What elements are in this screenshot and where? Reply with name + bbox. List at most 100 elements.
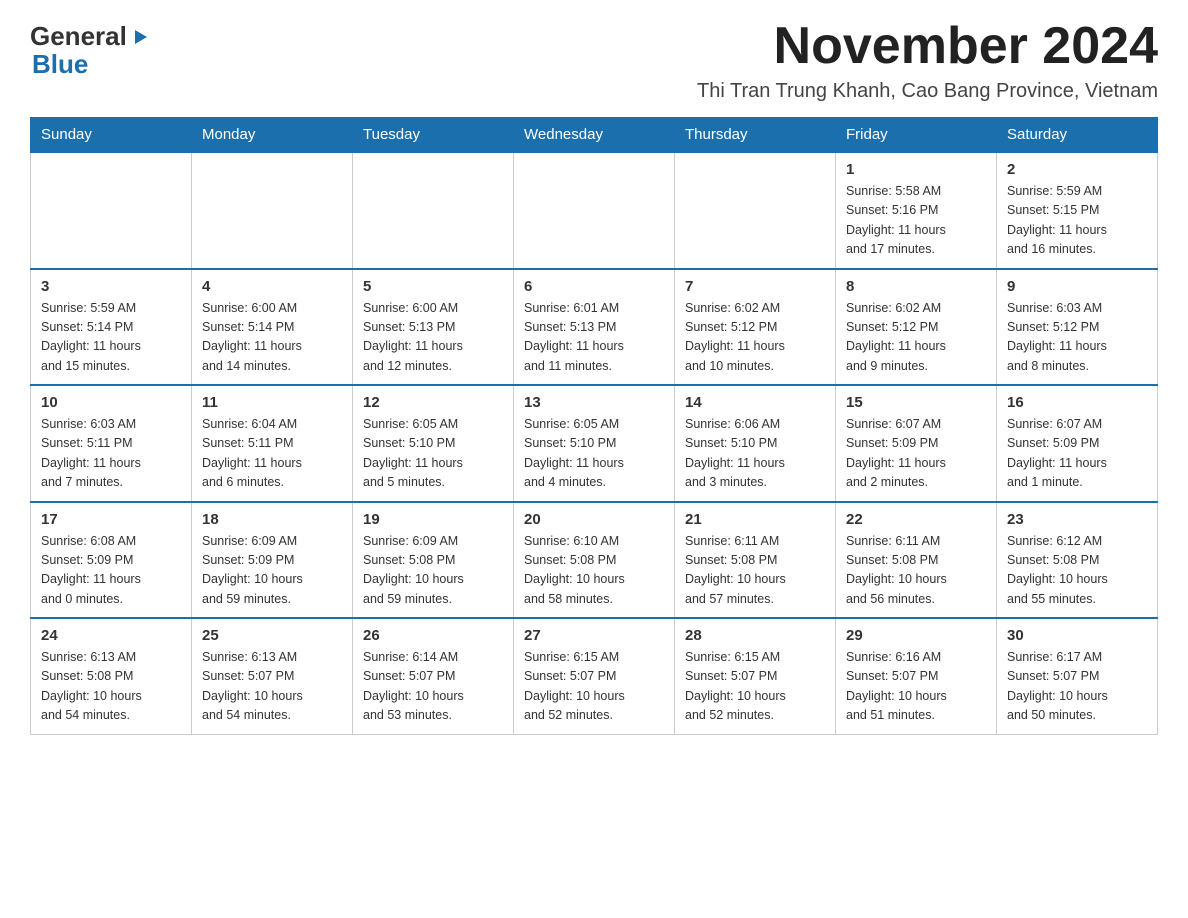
day-number: 17 [41, 511, 181, 528]
calendar-day-cell [514, 152, 675, 269]
day-info: Sunrise: 6:04 AMSunset: 5:11 PMDaylight:… [202, 415, 342, 493]
calendar-header-sunday: Sunday [31, 118, 192, 153]
day-info: Sunrise: 6:00 AMSunset: 5:14 PMDaylight:… [202, 299, 342, 377]
calendar-day-cell: 8 Sunrise: 6:02 AMSunset: 5:12 PMDaylight… [836, 269, 997, 386]
calendar-day-cell: 18 Sunrise: 6:09 AMSunset: 5:09 PMDayligh… [192, 502, 353, 619]
day-number: 19 [363, 511, 503, 528]
day-number: 5 [363, 278, 503, 295]
day-number: 15 [846, 394, 986, 411]
logo-triangle-icon [131, 22, 149, 53]
calendar-day-cell: 6Sunrise: 6:01 AMSunset: 5:13 PMDaylight… [514, 269, 675, 386]
day-info: Sunrise: 6:01 AMSunset: 5:13 PMDaylight:… [524, 299, 664, 377]
day-number: 8 [846, 278, 986, 295]
day-info: Sunrise: 5:59 AMSunset: 5:15 PMDaylight:… [1007, 182, 1147, 260]
calendar-day-cell: 27 Sunrise: 6:15 AMSunset: 5:07 PMDayligh… [514, 618, 675, 734]
day-info: Sunrise: 6:14 AMSunset: 5:07 PMDaylight:… [363, 648, 503, 726]
calendar-day-cell: 25 Sunrise: 6:13 AMSunset: 5:07 PMDayligh… [192, 618, 353, 734]
logo: General Blue [30, 20, 149, 80]
day-number: 2 [1007, 161, 1147, 178]
calendar-day-cell [31, 152, 192, 269]
calendar-day-cell: 30Sunrise: 6:17 AMSunset: 5:07 PMDayligh… [997, 618, 1158, 734]
calendar-week-row: 1Sunrise: 5:58 AMSunset: 5:16 PMDaylight… [31, 152, 1158, 269]
day-info: Sunrise: 5:59 AMSunset: 5:14 PMDaylight:… [41, 299, 181, 377]
day-number: 22 [846, 511, 986, 528]
calendar-header-tuesday: Tuesday [353, 118, 514, 153]
day-info: Sunrise: 6:09 AMSunset: 5:08 PMDaylight:… [363, 532, 503, 610]
day-info: Sunrise: 6:03 AMSunset: 5:12 PMDaylight:… [1007, 299, 1147, 377]
day-info: Sunrise: 6:07 AMSunset: 5:09 PMDaylight:… [846, 415, 986, 493]
calendar-day-cell: 20Sunrise: 6:10 AMSunset: 5:08 PMDayligh… [514, 502, 675, 619]
calendar-day-cell: 12 Sunrise: 6:05 AMSunset: 5:10 PMDayligh… [353, 385, 514, 502]
calendar-day-cell: 2 Sunrise: 5:59 AMSunset: 5:15 PMDaylight… [997, 152, 1158, 269]
day-info: Sunrise: 6:13 AMSunset: 5:07 PMDaylight:… [202, 648, 342, 726]
day-number: 9 [1007, 278, 1147, 295]
calendar-day-cell: 22 Sunrise: 6:11 AMSunset: 5:08 PMDayligh… [836, 502, 997, 619]
day-number: 21 [685, 511, 825, 528]
day-number: 3 [41, 278, 181, 295]
day-info: Sunrise: 6:11 AMSunset: 5:08 PMDaylight:… [846, 532, 986, 610]
day-info: Sunrise: 5:58 AMSunset: 5:16 PMDaylight:… [846, 182, 986, 260]
calendar-day-cell: 17 Sunrise: 6:08 AMSunset: 5:09 PMDayligh… [31, 502, 192, 619]
calendar-week-row: 24 Sunrise: 6:13 AMSunset: 5:08 PMDayligh… [31, 618, 1158, 734]
header: General Blue November 2024 Thi Tran Trun… [30, 20, 1158, 103]
day-number: 14 [685, 394, 825, 411]
day-info: Sunrise: 6:12 AMSunset: 5:08 PMDaylight:… [1007, 532, 1147, 610]
calendar-day-cell: 7 Sunrise: 6:02 AMSunset: 5:12 PMDaylight… [675, 269, 836, 386]
day-info: Sunrise: 6:05 AMSunset: 5:10 PMDaylight:… [363, 415, 503, 493]
calendar-day-cell: 23Sunrise: 6:12 AMSunset: 5:08 PMDayligh… [997, 502, 1158, 619]
calendar-table: SundayMondayTuesdayWednesdayThursdayFrid… [30, 117, 1158, 735]
calendar-day-cell: 14Sunrise: 6:06 AMSunset: 5:10 PMDayligh… [675, 385, 836, 502]
calendar-day-cell: 10 Sunrise: 6:03 AMSunset: 5:11 PMDayligh… [31, 385, 192, 502]
day-number: 18 [202, 511, 342, 528]
calendar-day-cell: 11Sunrise: 6:04 AMSunset: 5:11 PMDayligh… [192, 385, 353, 502]
day-number: 10 [41, 394, 181, 411]
day-info: Sunrise: 6:11 AMSunset: 5:08 PMDaylight:… [685, 532, 825, 610]
day-info: Sunrise: 6:16 AMSunset: 5:07 PMDaylight:… [846, 648, 986, 726]
calendar-header-friday: Friday [836, 118, 997, 153]
calendar-header-monday: Monday [192, 118, 353, 153]
calendar-day-cell: 5 Sunrise: 6:00 AMSunset: 5:13 PMDaylight… [353, 269, 514, 386]
calendar-week-row: 17 Sunrise: 6:08 AMSunset: 5:09 PMDayligh… [31, 502, 1158, 619]
day-info: Sunrise: 6:05 AMSunset: 5:10 PMDaylight:… [524, 415, 664, 493]
day-info: Sunrise: 6:00 AMSunset: 5:13 PMDaylight:… [363, 299, 503, 377]
calendar-header-thursday: Thursday [675, 118, 836, 153]
day-number: 16 [1007, 394, 1147, 411]
day-info: Sunrise: 6:02 AMSunset: 5:12 PMDaylight:… [846, 299, 986, 377]
day-info: Sunrise: 6:13 AMSunset: 5:08 PMDaylight:… [41, 648, 181, 726]
calendar-week-row: 3 Sunrise: 5:59 AMSunset: 5:14 PMDaylight… [31, 269, 1158, 386]
day-info: Sunrise: 6:09 AMSunset: 5:09 PMDaylight:… [202, 532, 342, 610]
day-number: 30 [1007, 627, 1147, 644]
day-number: 13 [524, 394, 664, 411]
day-number: 4 [202, 278, 342, 295]
day-info: Sunrise: 6:10 AMSunset: 5:08 PMDaylight:… [524, 532, 664, 610]
logo-general-text: General [30, 21, 127, 52]
day-number: 28 [685, 627, 825, 644]
location-subtitle: Thi Tran Trung Khanh, Cao Bang Province,… [697, 80, 1158, 103]
day-number: 24 [41, 627, 181, 644]
calendar-day-cell: 15 Sunrise: 6:07 AMSunset: 5:09 PMDayligh… [836, 385, 997, 502]
calendar-day-cell: 29 Sunrise: 6:16 AMSunset: 5:07 PMDayligh… [836, 618, 997, 734]
calendar-day-cell: 3 Sunrise: 5:59 AMSunset: 5:14 PMDaylight… [31, 269, 192, 386]
calendar-day-cell [353, 152, 514, 269]
calendar-day-cell: 16Sunrise: 6:07 AMSunset: 5:09 PMDayligh… [997, 385, 1158, 502]
day-number: 7 [685, 278, 825, 295]
day-info: Sunrise: 6:15 AMSunset: 5:07 PMDaylight:… [685, 648, 825, 726]
day-info: Sunrise: 6:15 AMSunset: 5:07 PMDaylight:… [524, 648, 664, 726]
day-info: Sunrise: 6:02 AMSunset: 5:12 PMDaylight:… [685, 299, 825, 377]
day-number: 27 [524, 627, 664, 644]
calendar-day-cell: 4 Sunrise: 6:00 AMSunset: 5:14 PMDaylight… [192, 269, 353, 386]
calendar-header-wednesday: Wednesday [514, 118, 675, 153]
day-number: 26 [363, 627, 503, 644]
day-number: 29 [846, 627, 986, 644]
calendar-day-cell: 1Sunrise: 5:58 AMSunset: 5:16 PMDaylight… [836, 152, 997, 269]
day-info: Sunrise: 6:03 AMSunset: 5:11 PMDaylight:… [41, 415, 181, 493]
calendar-day-cell: 24 Sunrise: 6:13 AMSunset: 5:08 PMDayligh… [31, 618, 192, 734]
day-number: 12 [363, 394, 503, 411]
calendar-day-cell: 28 Sunrise: 6:15 AMSunset: 5:07 PMDayligh… [675, 618, 836, 734]
title-section: November 2024 Thi Tran Trung Khanh, Cao … [697, 20, 1158, 103]
day-number: 25 [202, 627, 342, 644]
calendar-week-row: 10 Sunrise: 6:03 AMSunset: 5:11 PMDayligh… [31, 385, 1158, 502]
day-info: Sunrise: 6:08 AMSunset: 5:09 PMDaylight:… [41, 532, 181, 610]
calendar-day-cell [675, 152, 836, 269]
month-year-title: November 2024 [697, 20, 1158, 72]
